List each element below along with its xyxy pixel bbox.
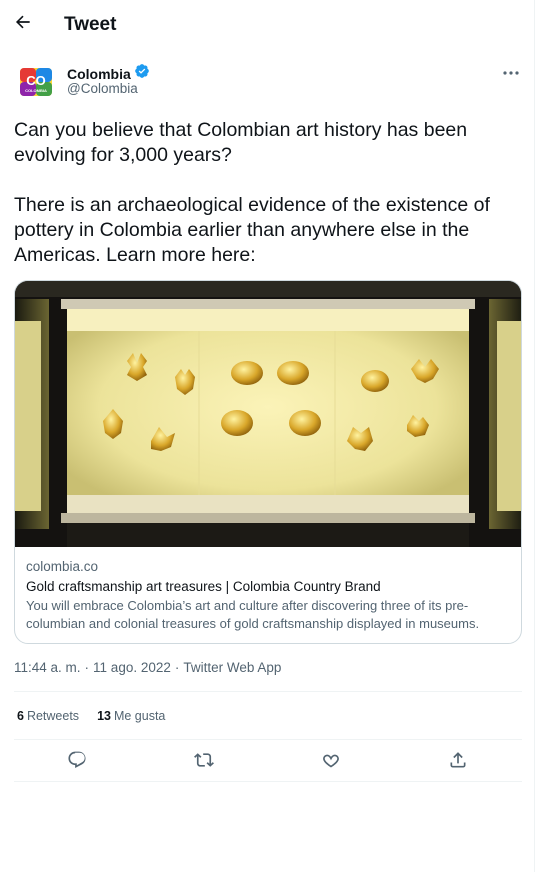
retweets-stat[interactable]: 6 Retweets [17,709,79,723]
likes-label: Me gusta [113,709,166,723]
divider [14,781,522,782]
card-meta: colombia.co Gold craftsmanship art treas… [26,559,516,633]
tweet-paragraph: Can you believe that Colombian art histo… [14,119,468,166]
retweets-count: 6 [17,709,24,723]
retweet-button[interactable] [188,746,220,778]
link-card[interactable]: colombia.co Gold craftsmanship art treas… [14,280,522,644]
tweet-page: Tweet CO COLOMBIA Colombia @Colombia Can… [0,0,535,872]
page-title: Tweet [64,14,117,35]
heart-icon [321,750,341,775]
gold-museum-display-image[interactable] [15,281,521,547]
header: Tweet [0,0,535,50]
tweet-paragraph: There is an archaeological evidence of t… [14,194,490,266]
likes-count: 13 [97,709,111,723]
tweet-actions [14,746,522,778]
tweet-timestamp: 11:44 a. m. · 11 ago. 2022 · Twitter Web… [14,660,281,675]
reply-icon [67,750,87,775]
divider [14,739,522,740]
likes-stat[interactable]: 13 Me gusta [97,709,165,723]
divider [14,691,522,692]
separator: · [84,660,90,675]
share-button[interactable] [442,746,474,778]
reply-button[interactable] [61,746,93,778]
like-button[interactable] [315,746,347,778]
author-handle[interactable]: @Colombia [67,81,138,96]
avatar-logo-subtext: COLOMBIA [25,88,47,93]
share-icon [448,750,468,775]
tweet-source[interactable]: Twitter Web App [183,660,281,675]
arrow-left-icon [13,12,33,37]
more-button[interactable] [498,62,524,82]
separator: · [174,660,180,675]
tweet-time[interactable]: 11:44 a. m. [14,660,81,675]
card-domain: colombia.co [26,559,99,574]
avatar[interactable]: CO COLOMBIA [16,62,56,102]
back-button[interactable] [8,9,38,39]
retweets-label: Retweets [26,709,80,723]
card-title: Gold craftsmanship art treasures | Colom… [26,579,381,594]
more-dots-icon [503,63,519,81]
tweet-text: Can you believe that Colombian art histo… [14,118,524,268]
tweet-stats: 6 Retweets 13 Me gusta [17,709,165,723]
tweet-date[interactable]: 11 ago. 2022 [93,660,171,675]
card-description: You will embrace Colombia’s art and cult… [26,598,480,631]
avatar-logo-text: CO [26,73,46,88]
retweet-icon [194,750,214,775]
author-name[interactable]: Colombia [67,66,131,82]
tweet-author: CO COLOMBIA Colombia @Colombia [14,60,524,104]
